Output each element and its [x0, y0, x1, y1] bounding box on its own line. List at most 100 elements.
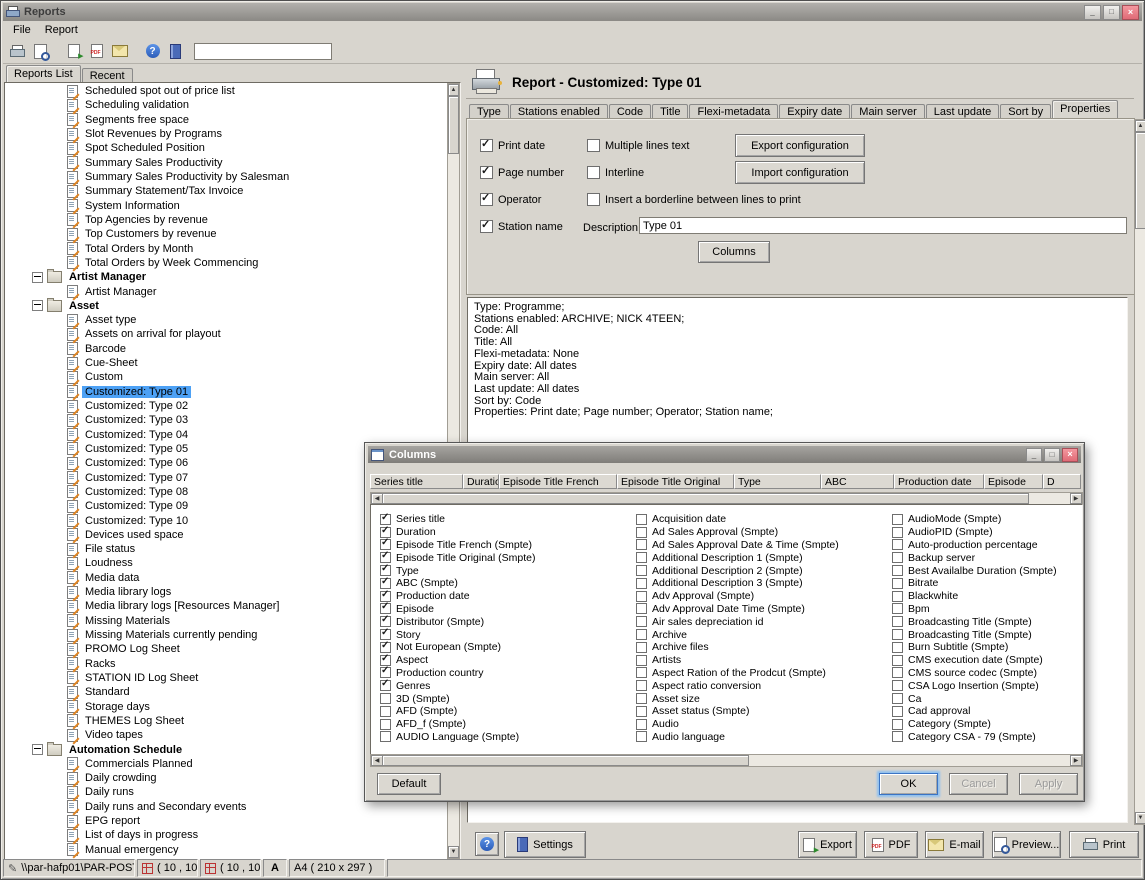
checkbox-unchecked[interactable] — [892, 642, 903, 653]
columns-button[interactable]: Columns — [698, 241, 770, 263]
tree-item[interactable]: Top Customers by revenue — [5, 227, 448, 241]
column-option[interactable]: Ad Sales Approval (Smpte) — [636, 526, 888, 539]
left-tab-reports-list[interactable]: Reports List — [6, 65, 81, 82]
checkbox-unchecked[interactable] — [636, 539, 647, 550]
column-option[interactable]: Audio language — [636, 731, 888, 744]
checkbox-unchecked[interactable] — [892, 565, 903, 576]
tree-item[interactable]: Summary Statement/Tax Invoice — [5, 184, 448, 198]
email-button[interactable]: E-mail — [925, 831, 984, 858]
checkbox-unchecked[interactable] — [892, 591, 903, 602]
tree-item[interactable]: Summary Sales Productivity by Salesman — [5, 170, 448, 184]
tree-item[interactable]: System Information — [5, 199, 448, 213]
checkbox-unchecked[interactable] — [892, 693, 903, 704]
column-option[interactable]: Genres — [380, 679, 632, 692]
column-option[interactable]: Additional Description 1 (Smpte) — [636, 551, 888, 564]
property-option[interactable]: Operator — [480, 186, 580, 213]
checkbox-unchecked[interactable] — [636, 667, 647, 678]
column-option[interactable]: Series title — [380, 513, 632, 526]
tree-item[interactable]: Artist Manager — [5, 284, 448, 298]
checkbox-unchecked[interactable] — [636, 578, 647, 589]
checkbox-unchecked[interactable] — [892, 680, 903, 691]
checkbox-unchecked[interactable] — [892, 616, 903, 627]
checkbox-unchecked[interactable] — [636, 591, 647, 602]
menu-report[interactable]: Report — [38, 22, 85, 38]
checkbox-unchecked[interactable] — [380, 693, 391, 704]
property-option[interactable]: Insert a borderline between lines to pri… — [587, 186, 947, 213]
checkbox-unchecked[interactable] — [380, 731, 391, 742]
column-option[interactable]: Additional Description 3 (Smpte) — [636, 577, 888, 590]
ok-button[interactable]: OK — [879, 773, 938, 795]
scroll-down-icon[interactable]: ▼ — [448, 846, 459, 858]
checkbox-unchecked[interactable] — [892, 578, 903, 589]
close-button[interactable]: × — [1122, 5, 1139, 20]
column-option[interactable]: Duration — [380, 526, 632, 539]
collapse-icon[interactable] — [32, 272, 43, 283]
column-option[interactable]: Audio — [636, 718, 888, 731]
tree-item[interactable]: EPG report — [5, 814, 448, 828]
column-option[interactable]: Adv Approval (Smpte) — [636, 590, 888, 603]
column-option[interactable]: Additional Description 2 (Smpte) — [636, 564, 888, 577]
property-option[interactable]: Station name — [480, 213, 580, 240]
tree-item[interactable]: Scheduled spot out of price list — [5, 84, 448, 98]
settings-toolbar-button[interactable] — [165, 41, 186, 61]
tab-flexi-metadata[interactable]: Flexi-metadata — [689, 104, 778, 119]
minimize-button[interactable]: _ — [1084, 5, 1101, 20]
column-option[interactable]: Archive files — [636, 641, 888, 654]
checkbox-checked[interactable] — [380, 603, 391, 614]
grid-header-type[interactable]: Type — [734, 474, 821, 489]
list-horizontal-scrollbar[interactable]: ◀ ▶ — [370, 754, 1083, 767]
column-option[interactable]: Blackwhite — [892, 590, 1083, 603]
checkbox-unchecked[interactable] — [892, 667, 903, 678]
tree-item[interactable]: List of days in progress — [5, 828, 448, 842]
column-option[interactable]: Backup server — [892, 551, 1083, 564]
checkbox-unchecked[interactable] — [892, 603, 903, 614]
column-option[interactable]: CMS source codec (Smpte) — [892, 667, 1083, 680]
column-option[interactable]: Ca — [892, 692, 1083, 705]
settings-button[interactable]: Settings — [504, 831, 586, 858]
scroll-up-icon[interactable]: ▲ — [1135, 120, 1145, 132]
column-option[interactable]: Broadcasting Title (Smpte) — [892, 615, 1083, 628]
checkbox-unchecked[interactable] — [636, 655, 647, 666]
default-button[interactable]: Default — [377, 773, 441, 795]
tab-type[interactable]: Type — [469, 104, 509, 119]
column-option[interactable]: Production date — [380, 590, 632, 603]
checkbox-unchecked[interactable] — [636, 514, 647, 525]
checkbox-checked[interactable] — [480, 139, 493, 152]
checkbox-unchecked[interactable] — [636, 527, 647, 538]
collapse-icon[interactable] — [32, 744, 43, 755]
tree-item[interactable]: Customized: Type 03 — [5, 413, 448, 427]
scroll-right-icon[interactable]: ▶ — [1070, 493, 1082, 504]
column-option[interactable]: CMS execution date (Smpte) — [892, 654, 1083, 667]
grid-header-series-title[interactable]: Series title — [370, 474, 463, 489]
column-option[interactable]: AudioMode (Smpte) — [892, 513, 1083, 526]
grid-header-abc[interactable]: ABC — [821, 474, 894, 489]
column-option[interactable]: Auto-production percentage — [892, 539, 1083, 552]
checkbox-unchecked[interactable] — [892, 706, 903, 717]
checkbox-unchecked[interactable] — [892, 539, 903, 550]
tree-item[interactable]: Barcode — [5, 342, 448, 356]
checkbox-checked[interactable] — [380, 629, 391, 640]
checkbox-unchecked[interactable] — [380, 706, 391, 717]
checkbox-checked[interactable] — [380, 591, 391, 602]
tab-last-update[interactable]: Last update — [926, 104, 1000, 119]
tree-item[interactable]: Asset type — [5, 313, 448, 327]
checkbox-checked[interactable] — [380, 667, 391, 678]
column-option[interactable]: Air sales depreciation id — [636, 615, 888, 628]
checkbox-unchecked[interactable] — [636, 731, 647, 742]
checkbox-unchecked[interactable] — [636, 693, 647, 704]
tree-item[interactable]: Manual emergency — [5, 843, 448, 857]
tab-stations-enabled[interactable]: Stations enabled — [510, 104, 608, 119]
checkbox-checked[interactable] — [380, 680, 391, 691]
scrollbar-thumb[interactable] — [382, 755, 749, 766]
column-option[interactable]: Aspect ratio conversion — [636, 679, 888, 692]
pdf-toolbar-button[interactable] — [86, 41, 107, 61]
checkbox-checked[interactable] — [380, 539, 391, 550]
column-option[interactable]: Acquisition date — [636, 513, 888, 526]
column-option[interactable]: Asset status (Smpte) — [636, 705, 888, 718]
checkbox-unchecked[interactable] — [587, 166, 600, 179]
column-option[interactable]: Category CSA - 79 (Smpte) — [892, 731, 1083, 744]
left-tab-recent[interactable]: Recent — [82, 68, 133, 83]
tree-folder[interactable]: Artist Manager — [5, 270, 448, 284]
property-option[interactable]: Page number — [480, 159, 580, 186]
grid-header-d[interactable]: D — [1043, 474, 1081, 489]
